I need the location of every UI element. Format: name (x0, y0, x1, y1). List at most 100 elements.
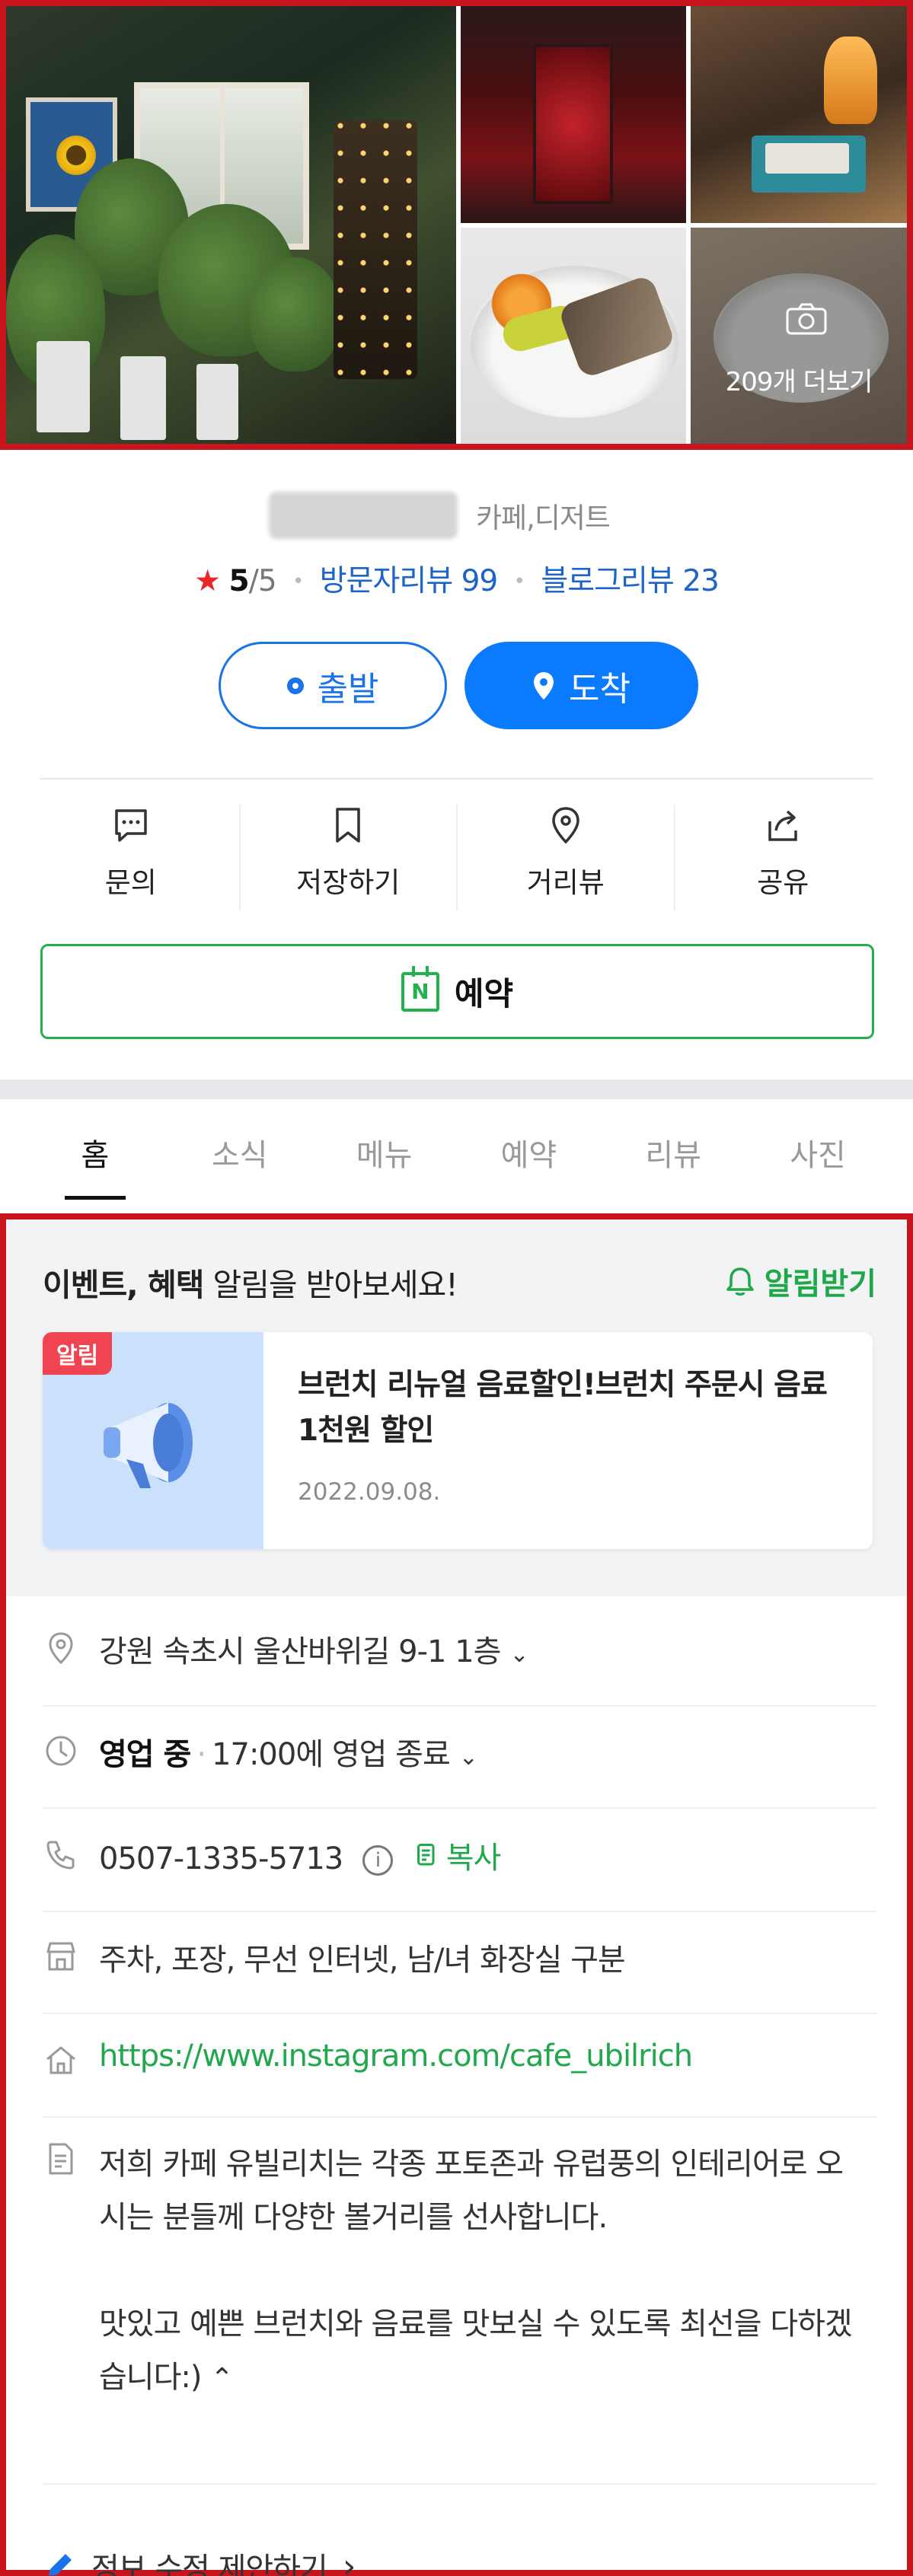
gallery-photo-more[interactable]: 209개 더보기 (691, 228, 907, 444)
reserve-button[interactable]: N 예약 (40, 944, 874, 1039)
action-bar: 문의 저장하기 거리뷰 공유 (23, 805, 891, 911)
lamp (824, 37, 877, 124)
notice-date: 2022.09.08. (298, 1478, 441, 1506)
origin-ring-icon (286, 677, 304, 694)
place-name-blurred (269, 492, 458, 539)
section-separator (0, 1079, 913, 1099)
hours-row[interactable]: 영업 중 · 17:00에 영업 종료 ⌄ (43, 1730, 876, 1774)
photo-gallery: 209개 더보기 (0, 0, 913, 450)
home-icon (46, 2046, 75, 2074)
star-icon: ★ (194, 564, 221, 598)
description-text: 저희 카페 유빌리치는 각종 포토존과 유럽풍의 인테리어로 오시는 분들께 다… (99, 2147, 853, 2395)
gallery-photo-turntable[interactable] (691, 6, 907, 223)
row-divider (43, 1807, 876, 1809)
chevron-down-icon: ⌄ (458, 1744, 478, 1771)
notice-card[interactable]: 알림 브런치 리뉴얼 음료할인!브런치 주문시 음료 1천원 할인 2022.0… (43, 1332, 873, 1549)
start-label: 출발 (317, 669, 379, 709)
megaphone-icon (104, 1403, 193, 1488)
start-button[interactable]: 출발 (219, 642, 447, 729)
tab-reviews[interactable]: 리뷰 (601, 1099, 745, 1206)
gallery-photo-brunch[interactable] (461, 228, 686, 444)
website-link[interactable]: https://www.instagram.com/cafe_ubilrich (99, 2039, 693, 2074)
street-view-button[interactable]: 거리뷰 (458, 805, 675, 911)
info-icon[interactable]: i (362, 1845, 393, 1876)
chevron-up-icon[interactable]: ⌃ (210, 2363, 233, 2394)
store-icon (46, 1942, 75, 1971)
blog-reviews-link[interactable]: 블로그리뷰 23 (541, 564, 719, 598)
inquiry-button[interactable]: 문의 (23, 805, 241, 911)
gallery-photo-main[interactable] (6, 6, 456, 444)
tab-bar: 홈 소식 메뉴 예약 리뷰 사진 (0, 1099, 913, 1206)
chevron-right-icon: › (342, 2546, 356, 2576)
notify-button[interactable]: 알림받기 (723, 1259, 876, 1303)
camera-icon (786, 303, 827, 335)
phone-number[interactable]: 0507-1335-5713 (99, 1841, 343, 1876)
chat-bubble-icon (115, 809, 147, 842)
tab-home[interactable]: 홈 (23, 1099, 168, 1206)
clock-icon (46, 1736, 76, 1766)
edit-label: 정보 수정 제안하기 (91, 2552, 328, 2576)
save-label: 저장하기 (296, 866, 401, 899)
edit-suggestion-link[interactable]: 정보 수정 제안하기 › (43, 2544, 356, 2576)
document-icon (49, 2143, 73, 2175)
naver-calendar-icon: N (401, 965, 439, 1012)
gallery-photo-door[interactable] (461, 6, 686, 223)
rating-line: ★ 5/5 • 방문자리뷰 99 • 블로그리뷰 23 (194, 564, 720, 598)
rating-outof: /5 (248, 564, 277, 598)
save-button[interactable]: 저장하기 (241, 805, 458, 911)
inquiry-label: 문의 (104, 866, 157, 899)
hours-status: 영업 중 (99, 1737, 191, 1772)
street-view-label: 거리뷰 (526, 866, 605, 899)
tab-menu[interactable]: 메뉴 (312, 1099, 457, 1206)
address-text: 강원 속초시 울산바위길 9-1 1층 (99, 1634, 501, 1669)
bell-icon (726, 1267, 754, 1296)
row-divider (43, 2116, 876, 2118)
bookmark-icon (336, 808, 360, 843)
copy-label: 복사 (445, 1841, 502, 1876)
notice-section: 이벤트, 혜택 알림을 받아보세요! 알림받기 알림 브런치 리뉴얼 음료할인!… (6, 1219, 907, 1596)
tab-news[interactable]: 소식 (168, 1099, 312, 1206)
notice-thumbnail: 알림 (43, 1332, 263, 1549)
notice-badge: 알림 (43, 1332, 113, 1375)
divider (40, 778, 873, 779)
website-row: https://www.instagram.com/cafe_ubilrich (43, 2039, 876, 2078)
share-button[interactable]: 공유 (675, 805, 892, 911)
notice-title-bold: 이벤트, 혜택 (43, 1267, 204, 1303)
share-label: 공유 (757, 866, 809, 899)
row-divider (43, 2013, 876, 2014)
reserve-label: 예약 (454, 975, 514, 1012)
location-pin-icon (49, 1632, 73, 1665)
row-divider (43, 1911, 876, 1912)
description-row: 저희 카페 유빌리치는 각종 포토존과 유럽풍의 인테리어로 오시는 분들께 다… (43, 2138, 876, 2405)
map-pin-icon (551, 807, 579, 844)
row-divider (43, 2483, 876, 2485)
chevron-down-icon: ⌄ (509, 1641, 528, 1668)
tab-reservation[interactable]: 예약 (456, 1099, 601, 1206)
row-divider (43, 1705, 876, 1707)
more-photos-label[interactable]: 209개 더보기 (691, 361, 907, 398)
string-lights (334, 120, 417, 379)
visitor-reviews-link[interactable]: 방문자리뷰 99 (320, 564, 498, 598)
notice-text: 브런치 리뉴얼 음료할인!브런치 주문시 음료 1천원 할인 (298, 1368, 828, 1448)
phone-row: 0507-1335-5713 i 복사 (43, 1833, 876, 1877)
copy-button[interactable]: 복사 (413, 1833, 501, 1877)
amenities-row: 주차, 포장, 무선 인터넷, 남/녀 화장실 구분 (43, 1935, 876, 1979)
tab-photos[interactable]: 사진 (745, 1099, 890, 1206)
hours-detail: 17:00에 영업 종료 (212, 1737, 451, 1772)
notice-title: 이벤트, 혜택 알림을 받아보세요! (43, 1259, 458, 1305)
share-icon (768, 810, 797, 841)
amenities-text: 주차, 포장, 무선 인터넷, 남/녀 화장실 구분 (99, 1943, 626, 1978)
notice-title-rest: 알림을 받아보세요! (203, 1267, 458, 1303)
location-pin-icon (534, 671, 554, 700)
phone-icon (46, 1841, 75, 1870)
red-door (533, 44, 613, 204)
pencil-icon (49, 2554, 72, 2575)
copy-icon (417, 1844, 435, 1866)
arrive-label: 도착 (569, 669, 630, 709)
arrive-button[interactable]: 도착 (464, 642, 698, 729)
place-category: 카페,디저트 (476, 502, 611, 534)
notify-label: 알림받기 (764, 1267, 876, 1302)
home-content: 이벤트, 혜택 알림을 받아보세요! 알림받기 알림 브런치 리뉴얼 음료할인!… (0, 1213, 913, 2576)
address-row[interactable]: 강원 속초시 울산바위길 9-1 1층 ⌄ (43, 1627, 876, 1671)
rating-score: 5 (228, 564, 250, 598)
